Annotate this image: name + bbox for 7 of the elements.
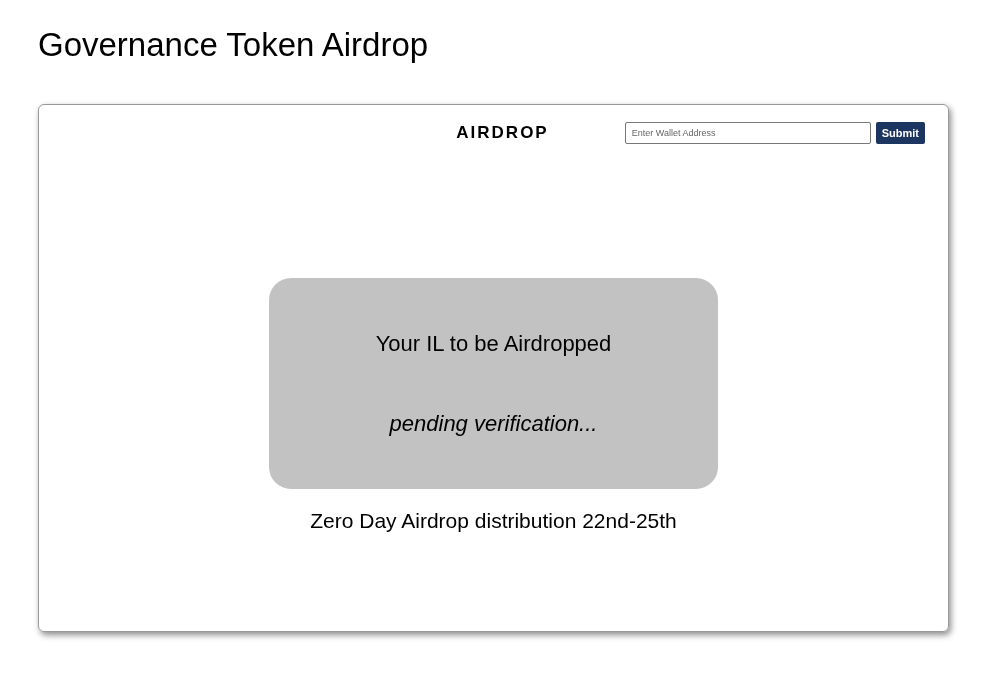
submit-button[interactable]: Submit bbox=[875, 122, 925, 144]
wallet-address-field[interactable]: Enter Wallet Address bbox=[624, 122, 871, 144]
distribution-caption: Zero Day Airdrop distribution 22nd-25th bbox=[310, 509, 677, 533]
panel-heading: Your IL to be Airdropped bbox=[375, 330, 612, 357]
page-title: Governance Token Airdrop bbox=[38, 25, 430, 65]
verification-status: pending verification... bbox=[389, 410, 598, 437]
brand-title: AIRDROP bbox=[455, 123, 549, 143]
